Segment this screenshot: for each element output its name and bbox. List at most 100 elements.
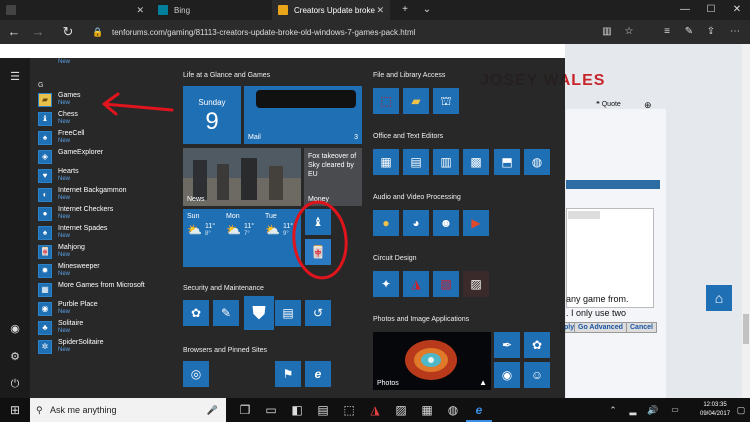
pinned-site-tile[interactable]: ⚑	[275, 361, 301, 387]
taskbar-app-icon[interactable]: ◮	[362, 398, 388, 422]
quote-button[interactable]: ❝ Quote	[596, 100, 621, 108]
group-title-photos[interactable]: Photos and Image Applications	[373, 316, 469, 323]
folder-tile[interactable]: ▰	[403, 88, 429, 114]
app-item[interactable]: ◐ Internet Backgammon New	[38, 187, 170, 203]
group-title-security[interactable]: Security and Maintenance	[183, 285, 264, 292]
app-item[interactable]: ♠ Internet Spades New	[38, 225, 170, 241]
defender-tile[interactable]: ⛊	[244, 296, 274, 330]
back-icon[interactable]: ←	[2, 20, 26, 44]
tab-list-icon[interactable]: ⌄	[414, 0, 440, 20]
backup-tile[interactable]: ↺	[305, 300, 331, 326]
more-icon[interactable]: ⋯	[724, 20, 746, 44]
taskbar-app-icon[interactable]: ◍	[440, 398, 466, 422]
tab-creators-update[interactable]: Creators Update broke ✕	[272, 0, 390, 20]
user-icon[interactable]: ◉	[0, 322, 30, 335]
share-icon[interactable]: ⇪	[700, 20, 722, 44]
reply-editor[interactable]	[566, 208, 654, 308]
group-title-life[interactable]: Life at a Glance and Games	[183, 72, 270, 79]
app-item[interactable]: ▰ Games New	[38, 92, 170, 108]
mail-tile[interactable]: Mail 3	[244, 86, 362, 144]
calendar-tile[interactable]: Sunday 9	[183, 86, 241, 144]
maximize-icon[interactable]: ☐	[698, 0, 724, 20]
app-item[interactable]: ◉ Purble Place New	[38, 301, 170, 317]
calculator-taskbar-icon[interactable]: ▦	[414, 398, 440, 422]
close-window-icon[interactable]: ✕	[724, 0, 750, 20]
address-bar[interactable]: tenforums.com/gaming/81113-creators-upda…	[112, 28, 415, 37]
scroll-top-button[interactable]: ⌂	[706, 285, 732, 311]
hub-icon[interactable]: ≡	[656, 20, 678, 44]
app-item[interactable]: ♣ Solitaire New	[38, 320, 170, 336]
mahjong-tile[interactable]: 🀄	[305, 239, 331, 265]
weather-tile[interactable]: Sun ⛅ 11° 8° Mon ⛅ 11° 7° Tue ⛅ 11° 9°	[183, 209, 301, 267]
app-item[interactable]: ✲ SpiderSolitaire New	[38, 339, 170, 355]
forward-icon[interactable]: →	[26, 20, 50, 44]
tab-bing[interactable]: Bing	[152, 0, 270, 20]
microphone-icon[interactable]: 🎤	[207, 398, 218, 422]
page-scrollbar[interactable]	[742, 44, 750, 398]
hamburger-icon[interactable]: ☰	[0, 70, 30, 83]
taskbar-app-icon[interactable]: ⬚	[336, 398, 362, 422]
section-letter[interactable]: G	[38, 82, 43, 89]
video-app-tile[interactable]: ◕	[403, 210, 429, 236]
app-item-top[interactable]: New	[38, 55, 170, 71]
close-tab-icon[interactable]: ✕	[136, 5, 144, 16]
taskbar-app-icon[interactable]: ▤	[310, 398, 336, 422]
taskbar-app-icon[interactable]: ▭	[258, 398, 284, 422]
taskbar-app-icon[interactable]: ◧	[284, 398, 310, 422]
action-center-icon[interactable]: ▢	[728, 398, 750, 422]
money-tile[interactable]: Fox takeover of Sky cleared by EU Money	[304, 148, 362, 206]
app-item[interactable]: ✹ Minesweeper New	[38, 263, 170, 279]
paint-tile[interactable]: ✒	[494, 332, 520, 358]
app-item[interactable]: ▦ More Games from Microsoft	[38, 282, 170, 298]
scrollbar-thumb[interactable]	[743, 314, 749, 344]
library-tile[interactable]: ⛫	[433, 88, 459, 114]
palette-tile[interactable]: ◍	[524, 149, 550, 175]
media-app-tile[interactable]: ▶	[463, 210, 489, 236]
design-app-tile[interactable]: ▨	[463, 271, 489, 297]
go-advanced-button[interactable]: Go Advanced	[574, 322, 627, 333]
photos-tile[interactable]: Photos ▲	[373, 332, 491, 390]
cortana-search-box[interactable]: ⚲ Ask me anything 🎤	[30, 398, 226, 422]
windows-start-icon[interactable]: ⊞	[2, 398, 28, 422]
panda-tile[interactable]: ☺	[524, 362, 550, 388]
group-title-browsers[interactable]: Browsers and Pinned Sites	[183, 347, 267, 354]
audio-app-tile[interactable]: ●	[373, 210, 399, 236]
news-tile[interactable]: News	[183, 148, 301, 206]
taskbar-clock[interactable]: 12:03:35 09/04/2017	[700, 401, 730, 419]
refresh-icon[interactable]: ↻	[56, 20, 80, 44]
minimize-icon[interactable]: —	[672, 0, 698, 20]
multiquote-icon[interactable]: ⊕	[644, 100, 652, 111]
circuit-app-tile[interactable]: ✦	[373, 271, 399, 297]
favorite-star-icon[interactable]: ☆	[618, 20, 640, 44]
schematic-app-tile[interactable]: ◮	[403, 271, 429, 297]
camera-tile[interactable]: ◉	[494, 362, 520, 388]
settings-gear-icon[interactable]: ⚙	[0, 350, 30, 363]
alien-app-tile[interactable]: ☻	[433, 210, 459, 236]
edge-tile[interactable]: e	[305, 361, 331, 387]
console-tile[interactable]: ⬒	[494, 149, 520, 175]
notes-tile[interactable]: ▤	[403, 149, 429, 175]
taskbar-app-icon[interactable]: ▨	[388, 398, 414, 422]
app-item[interactable]: ♠ FreeCell New	[38, 130, 170, 146]
power-icon[interactable]: ⏻	[0, 378, 30, 391]
task-view-icon[interactable]: ❐	[232, 398, 258, 422]
app-item[interactable]: 🀄 Mahjong New	[38, 244, 170, 260]
web-note-icon[interactable]: ✎	[678, 20, 700, 44]
calculator-tile[interactable]: ▩	[463, 149, 489, 175]
app-item[interactable]: ♥ Hearts New	[38, 168, 170, 184]
group-title-file[interactable]: File and Library Access	[373, 72, 445, 79]
pcb-app-tile[interactable]: ▧	[433, 271, 459, 297]
close-tab-icon[interactable]: ✕	[376, 5, 384, 16]
group-title-office[interactable]: Office and Text Editors	[373, 133, 443, 140]
chess-tile[interactable]: ♝	[305, 209, 331, 235]
group-title-circuit[interactable]: Circuit Design	[373, 255, 417, 262]
system-info-tile[interactable]: ▤	[275, 300, 301, 326]
app-item[interactable]: ♝ Chess New	[38, 111, 170, 127]
reading-view-icon[interactable]: ▥	[596, 20, 618, 44]
tools-tile[interactable]: ✎	[213, 300, 239, 326]
cancel-button[interactable]: Cancel	[626, 322, 657, 333]
pdf-tile[interactable]: ⬚	[373, 88, 399, 114]
image-app-tile[interactable]: ✿	[524, 332, 550, 358]
group-title-audio[interactable]: Audio and Video Processing	[373, 194, 461, 201]
tab-blank[interactable]: ✕	[0, 0, 150, 20]
